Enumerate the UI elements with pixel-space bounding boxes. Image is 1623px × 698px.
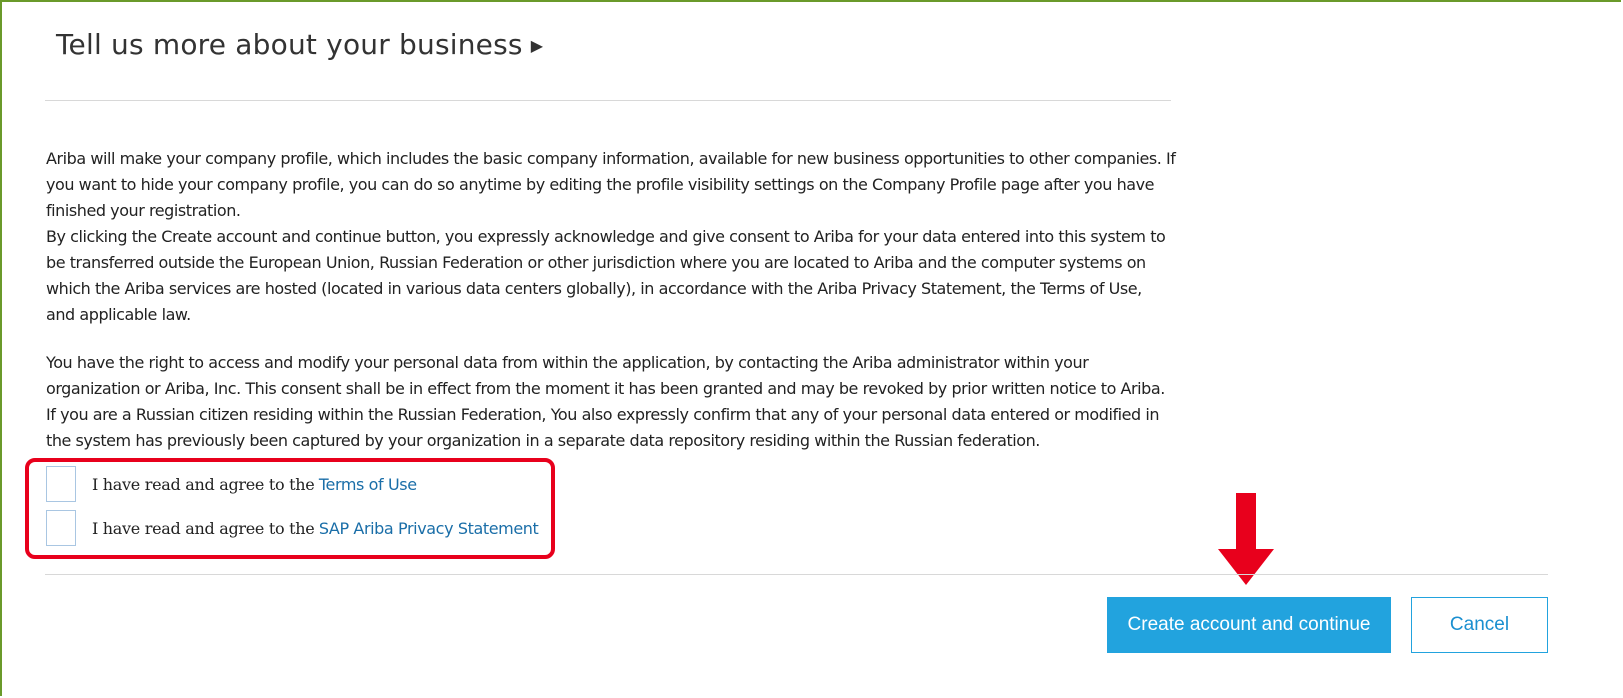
consent-line: Ariba will make your company profile, wh… <box>46 149 1176 168</box>
actions-divider <box>45 574 1548 575</box>
create-account-button[interactable]: Create account and continue <box>1107 597 1391 653</box>
section-title-text: Tell us more about your business <box>56 28 523 61</box>
page-frame <box>0 0 1621 696</box>
consent-line: By clicking the Create account and conti… <box>46 227 1166 246</box>
privacy-statement-link[interactable]: SAP Ariba Privacy Statement <box>319 519 539 538</box>
consent-line: be transferred outside the European Unio… <box>46 253 1146 272</box>
consent-line: organization or Ariba, Inc. This consent… <box>46 379 1165 398</box>
consent-line: finished your registration. <box>46 201 241 220</box>
consent-paragraph-2: You have the right to access and modify … <box>46 350 1176 454</box>
cancel-button[interactable]: Cancel <box>1411 597 1548 653</box>
consent-line: which the Ariba services are hosted (loc… <box>46 279 1142 298</box>
title-divider <box>45 100 1171 101</box>
red-down-arrow-icon <box>1218 493 1274 585</box>
consent-line: the system has previously been captured … <box>46 431 1040 450</box>
consent-line: and applicable law. <box>46 305 191 324</box>
triangle-right-icon: ▶ <box>530 36 544 55</box>
privacy-agreement-label: I have read and agree to the <box>92 518 315 538</box>
section-title[interactable]: Tell us more about your business ▶ <box>56 28 543 61</box>
consent-line: If you are a Russian citizen residing wi… <box>46 405 1160 424</box>
terms-agreement-row: I have read and agree to the Terms of Us… <box>46 466 417 502</box>
consent-paragraph-1: Ariba will make your company profile, wh… <box>46 146 1176 328</box>
terms-of-use-checkbox[interactable] <box>46 466 76 502</box>
consent-line: You have the right to access and modify … <box>46 353 1089 372</box>
privacy-agreement-row: I have read and agree to the SAP Ariba P… <box>46 510 539 546</box>
terms-of-use-link[interactable]: Terms of Use <box>319 475 417 494</box>
privacy-statement-checkbox[interactable] <box>46 510 76 546</box>
terms-agreement-label: I have read and agree to the <box>92 474 315 494</box>
consent-line: you want to hide your company profile, y… <box>46 175 1155 194</box>
